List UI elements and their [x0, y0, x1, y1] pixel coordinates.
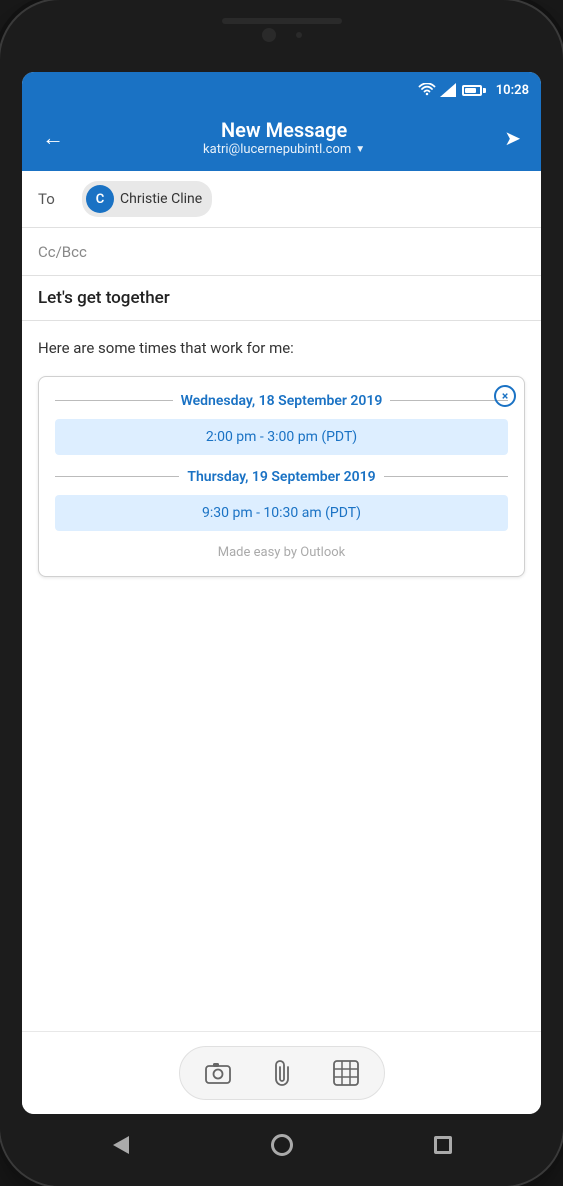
card-close-button[interactable]: × [494, 385, 516, 407]
more-button[interactable] [328, 1055, 364, 1091]
nav-bar [0, 1114, 563, 1186]
attach-button[interactable] [264, 1055, 300, 1091]
date2-header: Thursday, 19 September 2019 [55, 469, 508, 485]
date1-header: Wednesday, 18 September 2019 [55, 393, 508, 409]
status-icons: 10:28 [418, 83, 529, 98]
header-subtitle[interactable]: katri@lucernepubintl.com ▼ [68, 142, 500, 157]
date2-line-right [384, 476, 508, 477]
header-title: New Message [68, 118, 500, 142]
account-email: katri@lucernepubintl.com [203, 142, 351, 157]
cc-bcc-label: Cc/Bcc [38, 243, 87, 261]
recent-square-icon [434, 1136, 452, 1154]
toolbar-pill [179, 1046, 385, 1100]
subject-text: Let's get together [38, 288, 170, 308]
screen: 10:28 ← New Message katri@lucernepubintl… [22, 72, 541, 1114]
subject-row[interactable]: Let's get together [22, 276, 541, 321]
body-text: Here are some times that work for me: [38, 337, 525, 360]
nav-recent-button[interactable] [425, 1127, 461, 1163]
bottom-toolbar [22, 1031, 541, 1114]
grid-icon [333, 1060, 359, 1086]
header-center: New Message katri@lucernepubintl.com ▼ [68, 118, 500, 157]
date2-time-slot[interactable]: 9:30 pm - 10:30 am (PDT) [55, 495, 508, 531]
account-chevron-icon: ▼ [355, 144, 365, 155]
status-time: 10:28 [496, 83, 529, 98]
made-easy-label: Made easy by Outlook [55, 545, 508, 560]
date2-line-left [55, 476, 179, 477]
phone-frame: 10:28 ← New Message katri@lucernepubintl… [0, 0, 563, 1186]
recipient-name: Christie Cline [120, 191, 202, 207]
nav-buttons [0, 1127, 563, 1173]
camera-button[interactable] [200, 1055, 236, 1091]
camera-icon [205, 1062, 231, 1084]
date2-label: Thursday, 19 September 2019 [187, 469, 375, 485]
signal-icon [440, 83, 456, 97]
camera-area [262, 28, 302, 42]
battery-icon [462, 85, 486, 96]
recipient-avatar: C [86, 185, 114, 213]
recipient-chip[interactable]: C Christie Cline [82, 181, 212, 217]
date1-label: Wednesday, 18 September 2019 [181, 393, 383, 409]
wifi-icon [418, 83, 436, 97]
status-bar: 10:28 [22, 72, 541, 108]
cc-bcc-row[interactable]: Cc/Bcc [22, 228, 541, 276]
to-row: To C Christie Cline [22, 171, 541, 228]
date1-time-slot[interactable]: 2:00 pm - 3:00 pm (PDT) [55, 419, 508, 455]
calendar-card: × Wednesday, 18 September 2019 2:00 pm -… [38, 376, 525, 577]
send-button[interactable]: ➤ [500, 122, 525, 154]
camera-dot [262, 28, 276, 42]
app-header: ← New Message katri@lucernepubintl.com ▼… [22, 108, 541, 171]
nav-home-button[interactable] [264, 1127, 300, 1163]
back-triangle-icon [113, 1136, 129, 1154]
to-label: To [38, 190, 74, 208]
paperclip-icon [272, 1059, 292, 1087]
date1-line-left [55, 400, 173, 401]
email-form: To C Christie Cline Cc/Bcc Let's get tog… [22, 171, 541, 1114]
date1-line-right [390, 400, 508, 401]
email-body[interactable]: Here are some times that work for me: × … [22, 321, 541, 1031]
speaker [296, 32, 302, 38]
home-circle-icon [271, 1134, 293, 1156]
back-button[interactable]: ← [38, 121, 68, 155]
nav-back-button[interactable] [103, 1127, 139, 1163]
